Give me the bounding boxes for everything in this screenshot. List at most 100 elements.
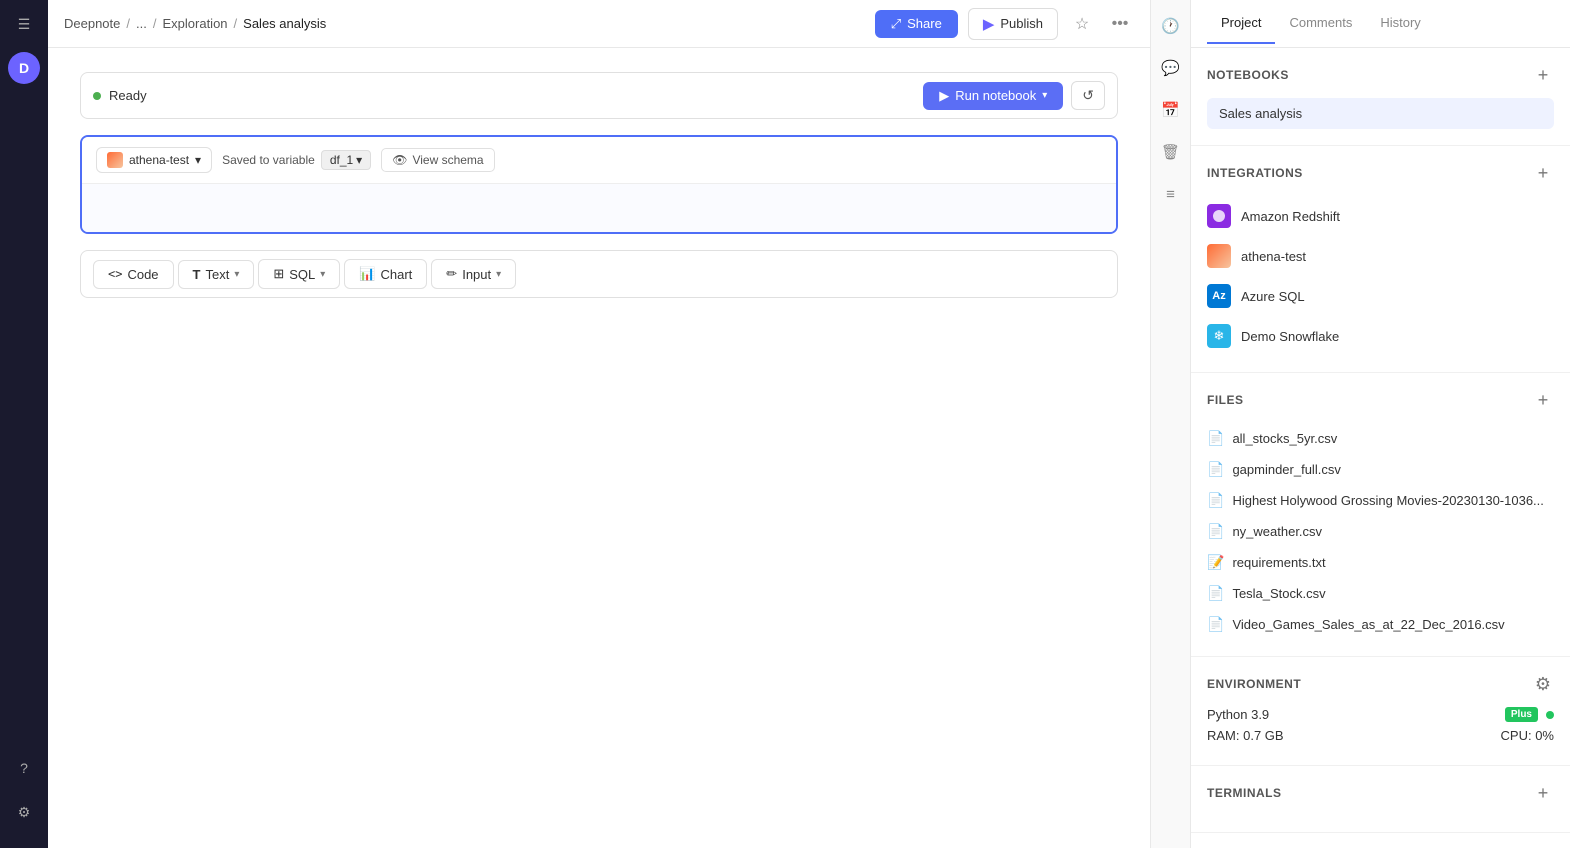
file-item[interactable]: 📄 Highest Holywood Grossing Movies-20230… — [1207, 485, 1554, 516]
add-input-button[interactable]: ✏ Input ▾ — [431, 259, 516, 289]
help-icon[interactable]: ? — [8, 752, 40, 784]
right-panel: Project Comments History NOTEBOOKS + Sal… — [1190, 0, 1570, 848]
breadcrumb-root[interactable]: Deepnote — [64, 16, 120, 31]
table-icon[interactable]: 📅 — [1157, 96, 1185, 124]
cell-body[interactable] — [82, 184, 1116, 232]
files-section: FILES + 📄 all_stocks_5yr.csv 📄 gapminder… — [1191, 373, 1570, 657]
add-terminal-button[interactable]: + — [1532, 782, 1554, 804]
publish-button[interactable]: ▶ Publish — [968, 8, 1058, 40]
variable-badge[interactable]: df_1 ▾ — [321, 150, 371, 170]
python-version-label: Python 3.9 — [1207, 707, 1269, 722]
add-integration-button[interactable]: + — [1532, 162, 1554, 184]
status-actions: ▶ Run notebook ▾ ↺ — [923, 81, 1105, 110]
file-icon-5: 📄 — [1207, 585, 1224, 602]
tab-project[interactable]: Project — [1207, 3, 1275, 44]
athena-icon — [107, 152, 123, 168]
integration-athena[interactable]: athena-test — [1207, 236, 1554, 276]
code-icon: <> — [108, 267, 122, 281]
clock-icon[interactable]: 🕐 — [1157, 12, 1185, 40]
cell-source-badge[interactable]: athena-test ▾ — [96, 147, 212, 173]
files-title: FILES — [1207, 393, 1244, 407]
snowflake-icon: ❄ — [1207, 324, 1231, 348]
breadcrumb-more[interactable]: ... — [136, 16, 147, 31]
notebooks-title: NOTEBOOKS — [1207, 68, 1289, 82]
redshift-icon — [1207, 204, 1231, 228]
left-sidebar: ☰ D ? ⚙ — [0, 0, 48, 848]
cell-header: athena-test ▾ Saved to variable df_1 ▾ 👁… — [82, 137, 1116, 184]
env-status-dot — [1546, 711, 1554, 719]
tab-history[interactable]: History — [1366, 3, 1434, 44]
notebooks-section-header: NOTEBOOKS + — [1207, 64, 1554, 86]
add-file-button[interactable]: + — [1532, 389, 1554, 411]
environment-section-header: ENVIRONMENT ⚙ — [1207, 673, 1554, 695]
file-item[interactable]: 📄 all_stocks_5yr.csv — [1207, 423, 1554, 454]
breadcrumb-sep3: / — [234, 16, 238, 31]
file-item[interactable]: 📝 requirements.txt — [1207, 547, 1554, 578]
add-text-button[interactable]: T Text ▾ — [178, 260, 255, 289]
logo[interactable]: D — [8, 52, 40, 84]
add-sql-button[interactable]: ⊞ SQL ▾ — [258, 259, 340, 289]
add-notebook-button[interactable]: + — [1532, 64, 1554, 86]
saved-variable-section: Saved to variable df_1 ▾ — [222, 150, 371, 170]
file-icon-2: 📄 — [1207, 492, 1224, 509]
integrations-title: INTEGRATIONS — [1207, 166, 1303, 180]
add-chart-button[interactable]: 📊 Chart — [344, 259, 427, 289]
integration-redshift[interactable]: Amazon Redshift — [1207, 196, 1554, 236]
view-schema-button[interactable]: 👁 View schema — [381, 148, 494, 172]
topbar: Deepnote / ... / Exploration / Sales ana… — [48, 0, 1150, 48]
integration-snowflake[interactable]: ❄ Demo Snowflake — [1207, 316, 1554, 356]
file-icon-1: 📄 — [1207, 461, 1224, 478]
refresh-button[interactable]: ↺ — [1071, 81, 1105, 110]
eye-icon: 👁 — [392, 153, 407, 167]
list-icon[interactable]: ≡ — [1157, 180, 1185, 208]
hamburger-icon[interactable]: ☰ — [8, 8, 40, 40]
env-python-row: Python 3.9 Plus — [1207, 707, 1554, 722]
file-item[interactable]: 📄 gapminder_full.csv — [1207, 454, 1554, 485]
sql-icon: ⊞ — [273, 266, 284, 282]
right-icon-strip: 🕐 💬 📅 🗑 ≡ — [1150, 0, 1190, 848]
environment-settings-button[interactable]: ⚙ — [1532, 673, 1554, 695]
cell-source-label: athena-test — [129, 153, 189, 167]
delete-icon[interactable]: 🗑 — [1157, 138, 1185, 166]
publish-icon: ▶ — [983, 15, 995, 33]
environment-section: ENVIRONMENT ⚙ Python 3.9 Plus RAM: 0.7 G… — [1191, 657, 1570, 766]
athena-integration-icon — [1207, 244, 1231, 268]
sql-chevron-icon: ▾ — [320, 269, 325, 280]
status-dot — [93, 92, 101, 100]
file-item[interactable]: 📄 Tesla_Stock.csv — [1207, 578, 1554, 609]
notebook-item-sales-analysis[interactable]: Sales analysis — [1207, 98, 1554, 129]
integration-azure-sql[interactable]: Az Azure SQL — [1207, 276, 1554, 316]
run-icon: ▶ — [939, 88, 949, 104]
share-icon: ⤢ — [891, 16, 901, 32]
ram-info: RAM: 0.7 GB — [1207, 728, 1284, 743]
star-icon[interactable]: ☆ — [1068, 10, 1096, 38]
integrations-section: INTEGRATIONS + Amazon Redshift athena-te… — [1191, 146, 1570, 373]
breadcrumb-sep1: / — [126, 16, 130, 31]
run-chevron-icon: ▾ — [1042, 90, 1047, 101]
more-options-icon[interactable]: ••• — [1106, 10, 1134, 38]
cell-source-chevron: ▾ — [195, 153, 201, 167]
terminals-section: TERMINALS + — [1191, 766, 1570, 833]
chart-icon: 📊 — [359, 266, 375, 282]
comment-icon[interactable]: 💬 — [1157, 54, 1185, 82]
add-code-button[interactable]: <> Code — [93, 260, 174, 289]
terminals-section-header: TERMINALS + — [1207, 782, 1554, 804]
settings-icon[interactable]: ⚙ — [8, 796, 40, 828]
environment-info: Python 3.9 Plus RAM: 0.7 GB CPU: 0% — [1207, 707, 1554, 743]
text-chevron-icon: ▾ — [234, 269, 239, 280]
files-section-header: FILES + — [1207, 389, 1554, 411]
text-icon: T — [193, 267, 201, 282]
panel-tabs: Project Comments History — [1191, 0, 1570, 48]
topbar-actions: ⤢ Share ▶ Publish ☆ ••• — [875, 8, 1134, 40]
tab-comments[interactable]: Comments — [1275, 3, 1366, 44]
file-icon-4: 📝 — [1207, 554, 1224, 571]
var-chevron-icon: ▾ — [356, 153, 362, 167]
file-item[interactable]: 📄 Video_Games_Sales_as_at_22_Dec_2016.cs… — [1207, 609, 1554, 640]
run-notebook-button[interactable]: ▶ Run notebook ▾ — [923, 82, 1063, 110]
breadcrumb-exploration[interactable]: Exploration — [162, 16, 227, 31]
share-button[interactable]: ⤢ Share — [875, 10, 958, 38]
query-cell: athena-test ▾ Saved to variable df_1 ▾ 👁… — [80, 135, 1118, 234]
add-block-toolbar: <> Code T Text ▾ ⊞ SQL ▾ 📊 Chart ✏ Input… — [80, 250, 1118, 298]
environment-title: ENVIRONMENT — [1207, 677, 1301, 691]
file-item[interactable]: 📄 ny_weather.csv — [1207, 516, 1554, 547]
